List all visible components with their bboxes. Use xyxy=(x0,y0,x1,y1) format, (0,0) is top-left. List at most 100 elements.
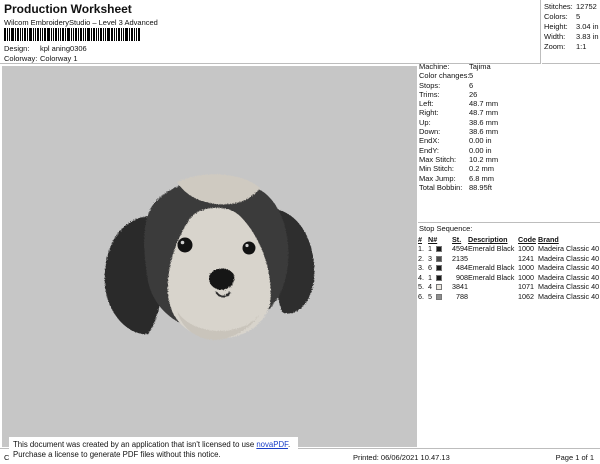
machine-info-value: 38.6 mm xyxy=(469,127,499,137)
barcode-bar xyxy=(80,28,82,41)
barcode-bar xyxy=(51,28,52,41)
barcode-bar xyxy=(17,28,19,41)
barcode-bar xyxy=(47,28,50,41)
stop-sequence-row: 3. 6 484 Emerald Black 1000 Madeira Classic 4… xyxy=(418,263,600,273)
stop-needle: 1 xyxy=(428,273,452,283)
barcode-bar xyxy=(65,28,66,41)
machine-info-row: Left: 48.7 mm xyxy=(418,99,600,108)
barcode-bar xyxy=(71,28,72,41)
license-notice: This document was created by an applicat… xyxy=(9,437,298,464)
barcode-bar xyxy=(20,28,21,41)
novapdf-link[interactable]: novaPDF xyxy=(256,440,288,449)
stop-code: 1241 xyxy=(518,253,534,263)
stop-needle: 4 xyxy=(428,282,452,292)
barcode-bar xyxy=(22,28,23,41)
machine-info-row: EndX: 0.00 in xyxy=(418,136,600,145)
machine-info-value: 38.6 mm xyxy=(469,117,499,127)
machine-info-row: Machine: Tajima xyxy=(418,62,600,71)
machine-info-row: Up: 38.6 mm xyxy=(418,118,600,127)
design-preview xyxy=(2,66,417,447)
barcode-bar xyxy=(98,28,99,41)
barcode-bar xyxy=(4,28,6,41)
needle-number: 1 xyxy=(428,244,432,253)
stop-index: 3. xyxy=(418,263,424,273)
summary-row: Width: 3.83 in xyxy=(544,32,599,41)
barcode-bar xyxy=(67,28,70,41)
page-title: Production Worksheet xyxy=(4,2,132,16)
machine-info-value: 48.7 mm xyxy=(469,108,499,118)
barcode-bar xyxy=(118,28,120,41)
thread-color-swatch xyxy=(436,265,442,272)
stop-code: 1062 xyxy=(518,291,534,301)
col-description: Description xyxy=(468,235,508,244)
stop-code: 1000 xyxy=(518,263,534,273)
panel-divider xyxy=(418,222,600,223)
stop-description: Emerald Black xyxy=(468,263,515,273)
machine-info-label: Max Stitch: xyxy=(419,154,457,164)
stop-description: Emerald Black xyxy=(468,244,515,253)
stop-sequence-row: 5. 4 3841 1071 Madeira Classic 40 xyxy=(418,282,600,292)
stop-brand: Madeira Classic 40 xyxy=(538,263,600,273)
machine-info-row: Total Bobbin: 88.95ft xyxy=(418,183,600,192)
needle-number: 5 xyxy=(428,291,432,301)
printed-date: Printed: 06/06/2021 10.47.13 xyxy=(353,453,450,462)
stop-code: 1071 xyxy=(518,282,534,292)
machine-info-label: Down: xyxy=(419,127,441,137)
machine-info-row: Color changes: 5 xyxy=(418,71,600,80)
barcode-bar xyxy=(62,28,64,41)
barcode-bar xyxy=(83,28,84,41)
barcode-bar xyxy=(11,28,14,41)
stop-stitches: 484 xyxy=(456,263,468,273)
barcode-bar xyxy=(114,28,115,41)
stop-brand: Madeira Classic 40 xyxy=(538,244,600,253)
stop-description xyxy=(468,282,518,292)
machine-info-label: Trims: xyxy=(419,89,440,99)
summary-row: Zoom: 1:1 xyxy=(544,42,587,51)
stop-needle: 3 xyxy=(428,254,452,264)
barcode-bar xyxy=(35,28,36,41)
notice-line-1: This document was created by an applicat… xyxy=(13,440,291,449)
stop-index: 4. xyxy=(418,272,424,282)
barcode-bar xyxy=(7,28,8,41)
machine-info-label: EndX: xyxy=(419,136,440,146)
stop-description: Emerald Black xyxy=(468,272,515,282)
barcode-bar xyxy=(93,28,95,41)
machine-info-value: 26 xyxy=(469,89,478,99)
thread-color-swatch xyxy=(436,246,442,253)
stop-needle: 6 xyxy=(428,263,452,273)
stop-brand: Madeira Classic 40 xyxy=(538,272,600,282)
barcode-bar xyxy=(27,28,28,41)
stop-stitches: 788 xyxy=(456,291,468,301)
machine-info-row: Stops: 6 xyxy=(418,81,600,90)
stop-sequence-table: # N# St. Description Code Brand 1. 1 4594 E… xyxy=(418,235,600,302)
machine-info-value: 0.2 mm xyxy=(469,164,495,174)
stop-brand: Madeira Classic 40 xyxy=(538,282,600,292)
stop-description xyxy=(468,292,518,302)
stop-code: 1000 xyxy=(518,244,534,253)
machine-info-label: Machine: xyxy=(419,62,450,71)
needle-number: 1 xyxy=(428,272,432,282)
machine-info-value: 48.7 mm xyxy=(469,99,499,109)
needle-number: 4 xyxy=(428,282,432,292)
col-needle: N# xyxy=(428,235,438,244)
barcode-bar xyxy=(134,28,135,41)
barcode-bar xyxy=(53,28,54,41)
stop-brand: Madeira Classic 40 xyxy=(538,291,600,301)
machine-info-value: 0.00 in xyxy=(469,145,492,155)
machine-info-value: 6.8 mm xyxy=(469,173,495,183)
machine-info-value: 5 xyxy=(469,71,474,81)
summary-row: Height: 3.04 in xyxy=(544,22,599,31)
machine-info-value: 6 xyxy=(469,80,474,90)
barcode-bar xyxy=(24,28,26,41)
stop-needle: 1 xyxy=(428,244,452,254)
barcode-bar xyxy=(116,28,117,41)
machine-info-row: Max Jump: 6.8 mm xyxy=(418,174,600,183)
barcode-bar xyxy=(9,28,10,41)
stop-brand: Madeira Classic 40 xyxy=(538,253,600,263)
machine-info-label: Total Bobbin: xyxy=(419,182,463,192)
machine-info-label: Color changes: xyxy=(419,71,470,81)
design-value: kpl aning0306 xyxy=(40,44,87,53)
stop-stitches: 2135 xyxy=(452,253,468,263)
thread-color-swatch xyxy=(436,255,442,262)
machine-info-panel: Machine: Tajima Color changes: 5 Stops: 6 Trim… xyxy=(418,62,600,192)
